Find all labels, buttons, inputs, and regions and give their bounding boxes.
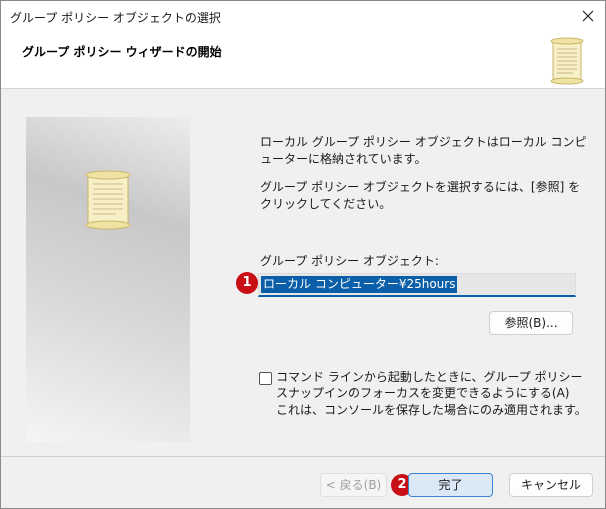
back-button[interactable]: < 戻る(B) <box>320 473 387 497</box>
focus-change-checkbox-label[interactable]: コマンド ラインから起動したときに、グループ ポリシー スナップインのフォーカス… <box>276 369 594 401</box>
close-icon[interactable] <box>577 5 599 27</box>
focus-change-note: これは、コンソールを保存した場合にのみ適用されます。 <box>276 403 587 417</box>
gpo-field[interactable]: ローカル コンピューター¥25hours <box>258 273 576 297</box>
title-bar: グループ ポリシー オブジェクトの選択 <box>1 1 605 31</box>
wizard-header: グループ ポリシー ウィザードの開始 <box>1 31 605 89</box>
description-browse-instruction: グループ ポリシー オブジェクトを選択するには、[参照] をクリックしてください… <box>260 180 581 211</box>
gpo-field-value[interactable]: ローカル コンピューター¥25hours <box>261 276 458 293</box>
window-title: グループ ポリシー オブジェクトの選択 <box>10 11 221 25</box>
description-local-gpo: ローカル グループ ポリシー オブジェクトはローカル コンピューターに格納されて… <box>260 135 587 166</box>
browse-button[interactable]: 参照(B)... <box>489 311 573 335</box>
step-badge-1: 1 <box>236 272 258 294</box>
cancel-button[interactable]: キャンセル <box>509 473 593 497</box>
scroll-icon <box>547 37 587 85</box>
scroll-icon <box>78 169 138 231</box>
dialog-window: グループ ポリシー オブジェクトの選択 グループ ポリシー ウィザードの開始 ロ… <box>0 0 606 509</box>
focus-change-checkbox[interactable] <box>259 372 272 385</box>
gpo-field-label: グループ ポリシー オブジェクト: <box>260 254 439 268</box>
footer-divider <box>1 456 605 457</box>
wizard-side-panel <box>26 117 190 442</box>
wizard-title: グループ ポリシー ウィザードの開始 <box>22 45 222 59</box>
finish-button[interactable]: 完了 <box>408 473 493 497</box>
